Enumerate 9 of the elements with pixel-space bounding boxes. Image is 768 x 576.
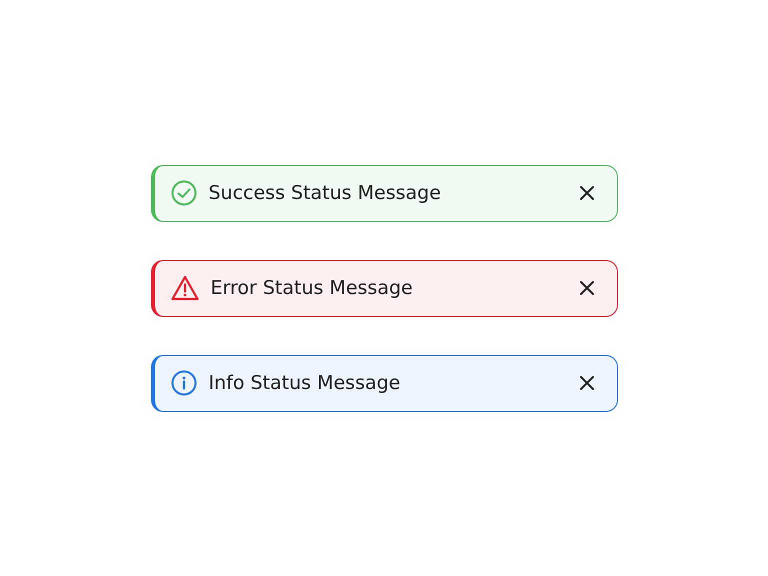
warning-icon [170,275,198,301]
alert-message: Success Status Message [208,182,442,204]
close-button[interactable] [578,375,594,391]
check-circle-icon [170,180,196,206]
alert-message: Info Status Message [208,372,402,394]
close-button[interactable] [578,185,594,201]
close-button[interactable] [578,280,594,296]
alert-message: Error Status Message [210,277,414,299]
info-icon [170,370,196,396]
